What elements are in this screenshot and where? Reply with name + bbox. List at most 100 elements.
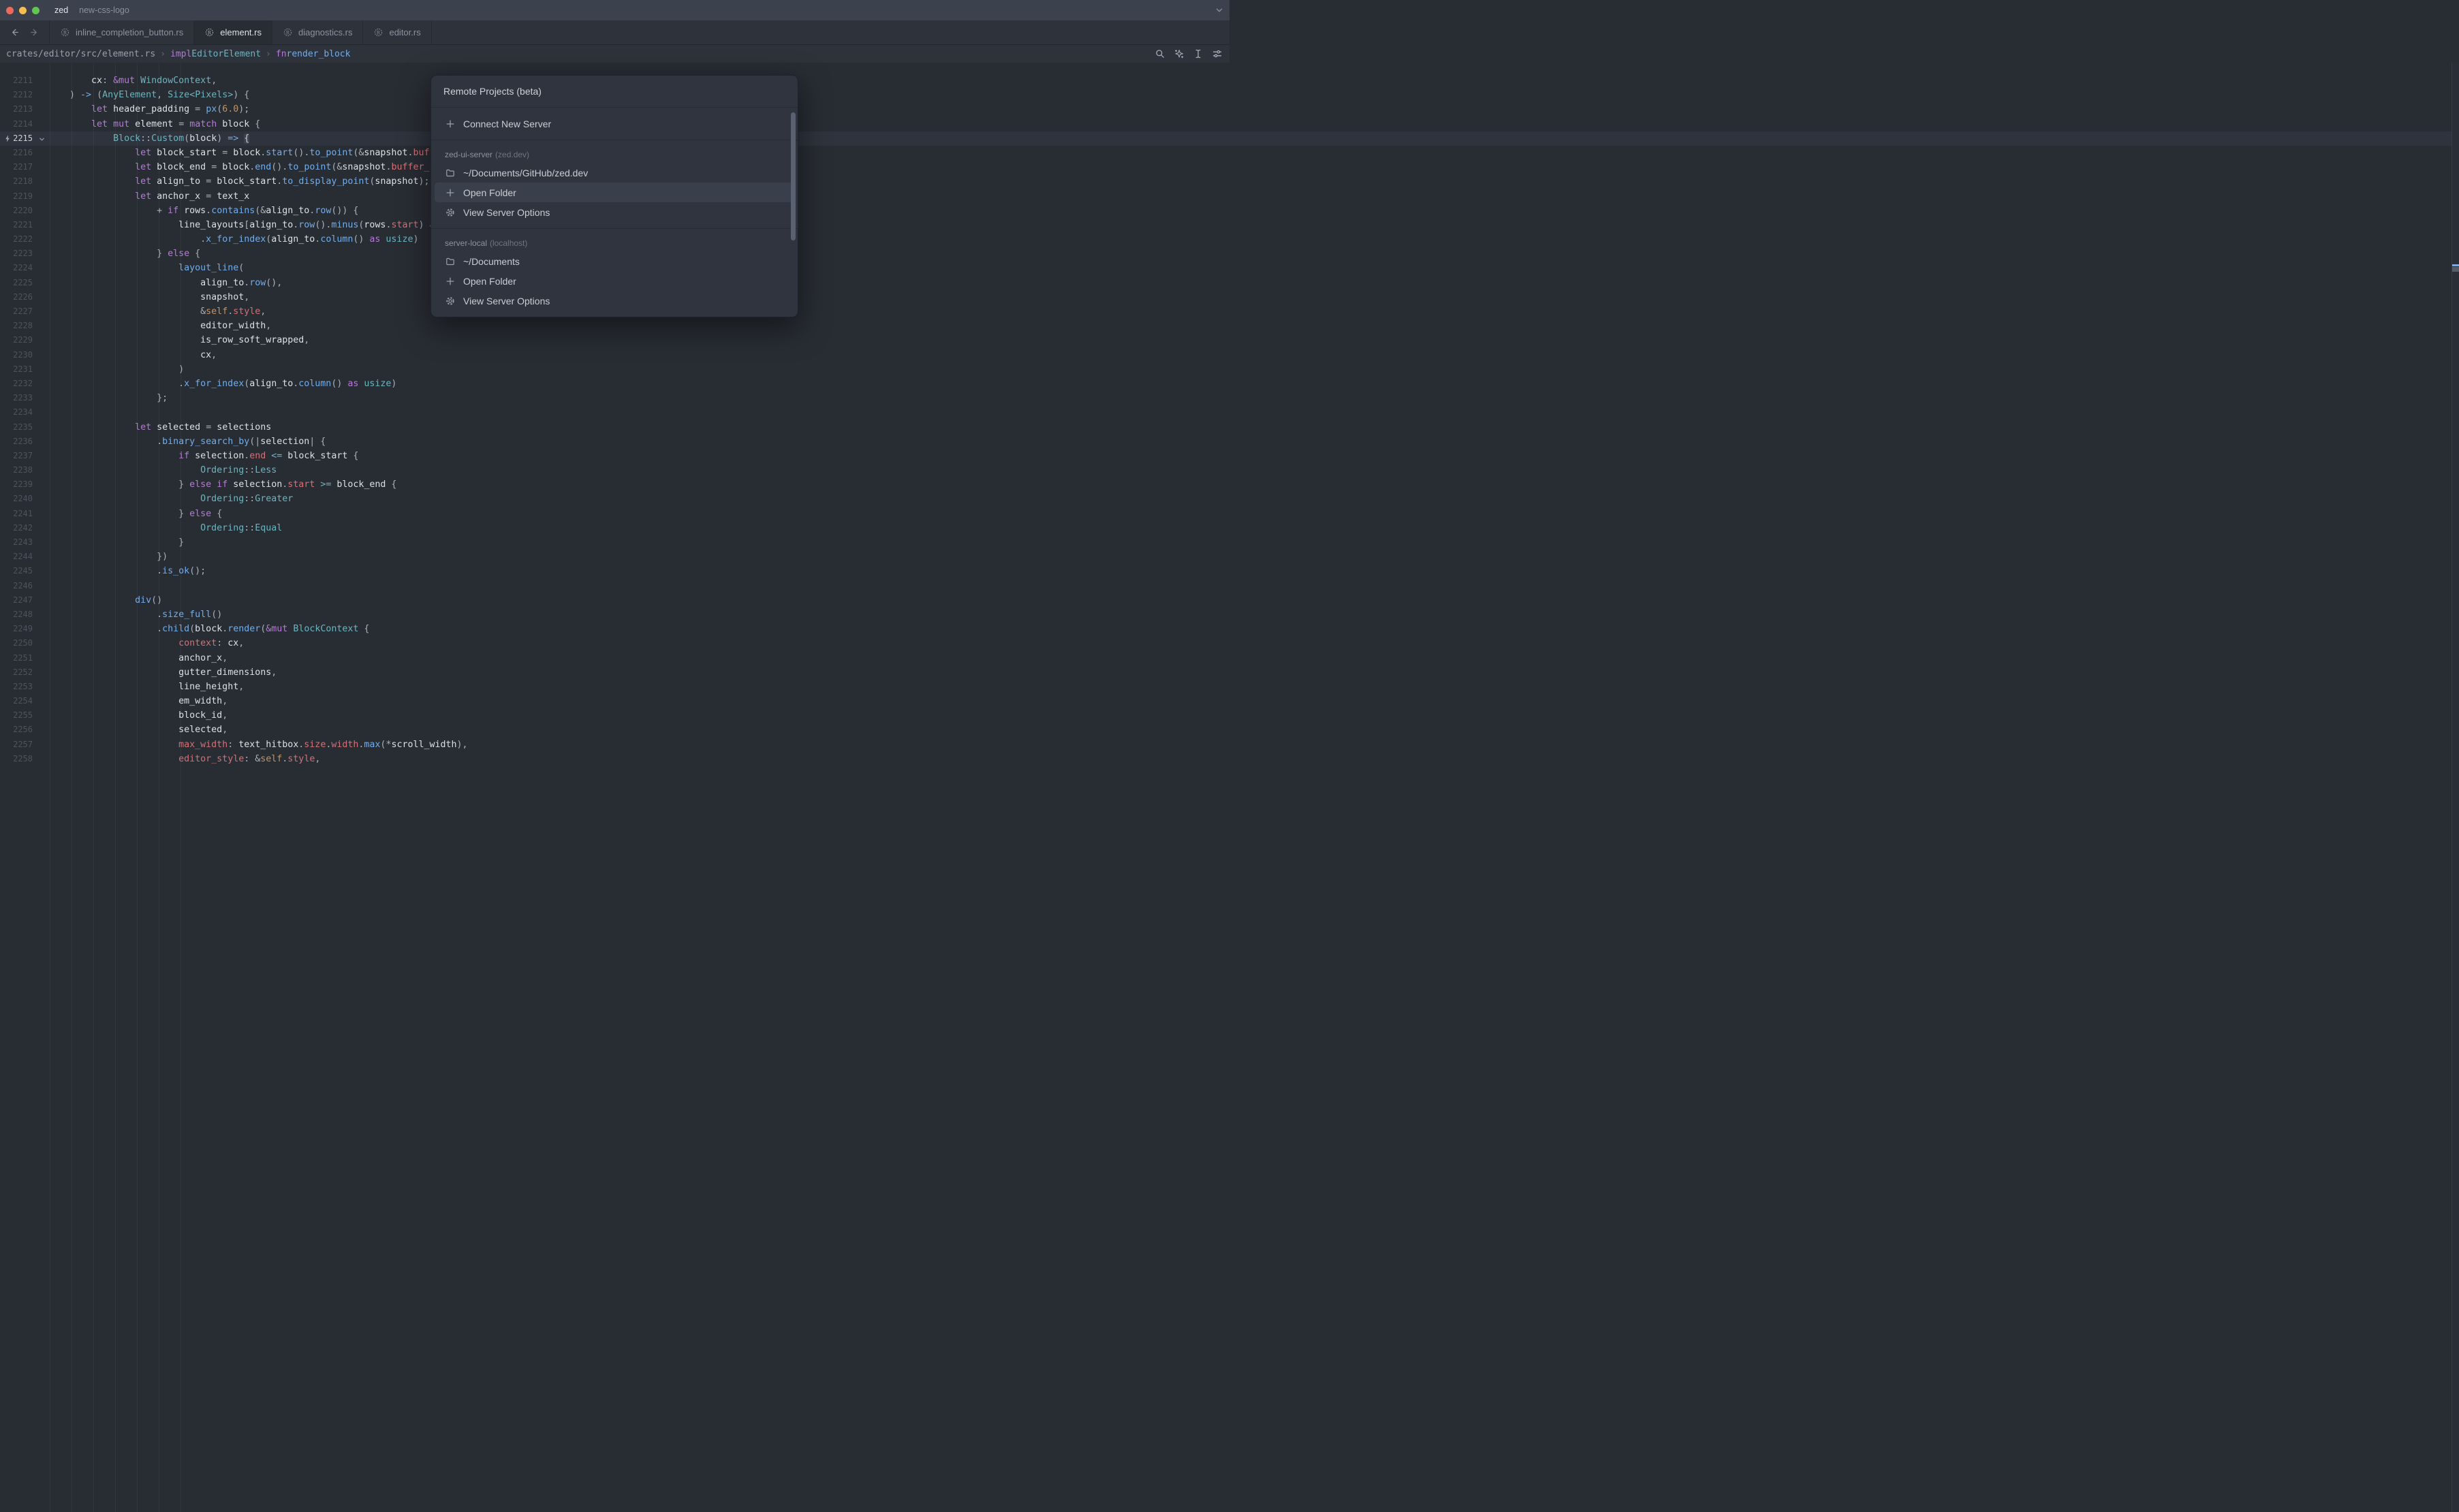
line-number[interactable]: 2238 — [0, 463, 33, 477]
code-line[interactable]: 2237 if selection.end <= block_start { — [0, 449, 2459, 463]
arrow-left-icon[interactable] — [10, 27, 20, 37]
arrow-right-icon[interactable] — [29, 27, 40, 37]
close-button[interactable] — [6, 7, 14, 14]
code-line[interactable]: 2226 snapshot, — [0, 290, 2459, 304]
modal-item-open-folder[interactable]: Open Folder — [435, 271, 794, 291]
editor-scrollbar[interactable] — [2452, 63, 2459, 1512]
line-number[interactable]: 2231 — [0, 362, 33, 377]
code-line[interactable]: 2235 let selected = selections — [0, 420, 2459, 435]
code-line[interactable]: 2236 .binary_search_by(|selection| { — [0, 435, 2459, 449]
code-line[interactable]: 2211 cx: &mut WindowContext, — [0, 74, 2459, 88]
modal-scrollbar[interactable] — [791, 112, 796, 240]
line-number[interactable]: 2228 — [0, 319, 33, 333]
code-line[interactable]: 2252 gutter_dimensions, — [0, 665, 2459, 680]
line-number[interactable]: 2248 — [0, 608, 33, 622]
modal-item-connect-new-server[interactable]: Connect New Server — [435, 114, 794, 133]
line-number[interactable]: 2229 — [0, 333, 33, 347]
search-icon[interactable] — [1155, 48, 1165, 59]
line-number[interactable]: 2239 — [0, 477, 33, 492]
line-number[interactable]: 2244 — [0, 550, 33, 564]
line-number[interactable]: 2249 — [0, 622, 33, 636]
code-line[interactable]: 2254 em_width, — [0, 694, 2459, 708]
modal-item-view-server-options[interactable]: View Server Options — [435, 291, 794, 311]
code-line[interactable]: 2216 let block_start = block.start().to_… — [0, 146, 2459, 160]
line-number[interactable]: 2212 — [0, 88, 33, 102]
code-line[interactable]: 2239 } else if selection.start >= block_… — [0, 477, 2459, 492]
code-line[interactable]: 2224 layout_line( — [0, 261, 2459, 275]
line-number[interactable]: 2245 — [0, 564, 33, 578]
minimize-button[interactable] — [19, 7, 27, 14]
line-number[interactable]: 2250 — [0, 636, 33, 650]
line-number[interactable]: 2218 — [0, 174, 33, 189]
line-number[interactable]: 2242 — [0, 521, 33, 535]
code-line[interactable]: 2242 Ordering::Equal — [0, 521, 2459, 535]
line-number[interactable]: 2226 — [0, 290, 33, 304]
line-number[interactable]: 2213 — [0, 102, 33, 116]
tab-element-rs[interactable]: Relement.rs — [194, 20, 272, 44]
line-number[interactable]: 2257 — [0, 738, 33, 752]
line-number[interactable]: 2217 — [0, 160, 33, 174]
text-cursor-icon[interactable] — [1193, 48, 1204, 59]
line-number[interactable]: 2235 — [0, 420, 33, 435]
code-line[interactable]: 2249 .child(block.render(&mut BlockConte… — [0, 622, 2459, 636]
filters-icon[interactable] — [1212, 48, 1223, 59]
code-line[interactable]: 2250 context: cx, — [0, 636, 2459, 650]
code-line[interactable]: 2215 Block::Custom(block) => { — [0, 131, 2459, 146]
code-line[interactable]: 2233 }; — [0, 391, 2459, 405]
line-number[interactable]: 2243 — [0, 535, 33, 550]
editor-pane[interactable]: 2211 cx: &mut WindowContext,2212 ) -> (A… — [0, 63, 2459, 1512]
code-line[interactable]: 2229 is_row_soft_wrapped, — [0, 333, 2459, 347]
code-line[interactable]: 2256 selected, — [0, 723, 2459, 737]
line-number[interactable]: 2254 — [0, 694, 33, 708]
code-line[interactable]: 2219 let anchor_x = text_x — [0, 189, 2459, 204]
code-line[interactable]: 2258 editor_style: &self.style, — [0, 752, 2459, 766]
line-number[interactable]: 2225 — [0, 276, 33, 290]
modal-item-view-server-options[interactable]: View Server Options — [435, 202, 794, 222]
code-line[interactable]: 2238 Ordering::Less — [0, 463, 2459, 477]
line-number[interactable]: 2233 — [0, 391, 33, 405]
line-number[interactable]: 2240 — [0, 492, 33, 506]
runnable-indicator-icon[interactable] — [3, 134, 12, 143]
code-line[interactable]: 2213 let header_padding = px(6.0); — [0, 102, 2459, 116]
line-number[interactable]: 2224 — [0, 261, 33, 275]
line-number[interactable]: 2211 — [0, 74, 33, 88]
line-number[interactable]: 2256 — [0, 723, 33, 737]
line-number[interactable]: 2251 — [0, 651, 33, 665]
line-number[interactable]: 2234 — [0, 405, 33, 420]
modal-item-documents-github-zed-dev[interactable]: ~/Documents/GitHub/zed.dev — [435, 163, 794, 183]
line-number[interactable]: 2230 — [0, 348, 33, 362]
chevron-down-icon[interactable] — [1215, 5, 1224, 15]
code-line[interactable]: 2253 line_height, — [0, 680, 2459, 694]
line-number[interactable]: 2220 — [0, 204, 33, 218]
code-line[interactable]: 2231 ) — [0, 362, 2459, 377]
code-line[interactable]: 2245 .is_ok(); — [0, 564, 2459, 578]
line-number[interactable]: 2214 — [0, 117, 33, 131]
tab-editor-rs[interactable]: Reditor.rs — [363, 20, 431, 44]
code-line[interactable]: 2248 .size_full() — [0, 608, 2459, 622]
code-line[interactable]: 2246 — [0, 579, 2459, 593]
code-line[interactable]: 2257 max_width: text_hitbox.size.width.m… — [0, 738, 2459, 752]
code-line[interactable]: 2212 ) -> (AnyElement, Size<Pixels>) { — [0, 88, 2459, 102]
tab-inline-completion-button-rs[interactable]: Rinline_completion_button.rs — [49, 20, 194, 44]
modal-item-open-folder[interactable]: Open Folder — [435, 183, 794, 202]
line-number[interactable]: 2219 — [0, 189, 33, 204]
code-line[interactable]: 2222 .x_for_index(align_to.column() as u… — [0, 232, 2459, 247]
line-number[interactable]: 2258 — [0, 752, 33, 766]
line-number[interactable]: 2232 — [0, 377, 33, 391]
code-line[interactable]: 2244 }) — [0, 550, 2459, 564]
zoom-button[interactable] — [32, 7, 40, 14]
line-number[interactable]: 2255 — [0, 708, 33, 723]
line-number[interactable]: 2237 — [0, 449, 33, 463]
code-line[interactable]: 2217 let block_end = block.end().to_poin… — [0, 160, 2459, 174]
code-line[interactable]: 2227 &self.style, — [0, 304, 2459, 319]
inline-assist-icon[interactable] — [1174, 48, 1185, 59]
code-line[interactable]: 2223 } else { — [0, 247, 2459, 261]
modal-item-documents[interactable]: ~/Documents — [435, 251, 794, 271]
line-number[interactable]: 2227 — [0, 304, 33, 319]
code-line[interactable]: 2234 — [0, 405, 2459, 420]
line-number[interactable]: 2216 — [0, 146, 33, 160]
code-line[interactable]: 2247 div() — [0, 593, 2459, 608]
line-number[interactable]: 2247 — [0, 593, 33, 608]
line-number[interactable]: 2241 — [0, 507, 33, 521]
code-line[interactable]: 2218 let align_to = block_start.to_displ… — [0, 174, 2459, 189]
